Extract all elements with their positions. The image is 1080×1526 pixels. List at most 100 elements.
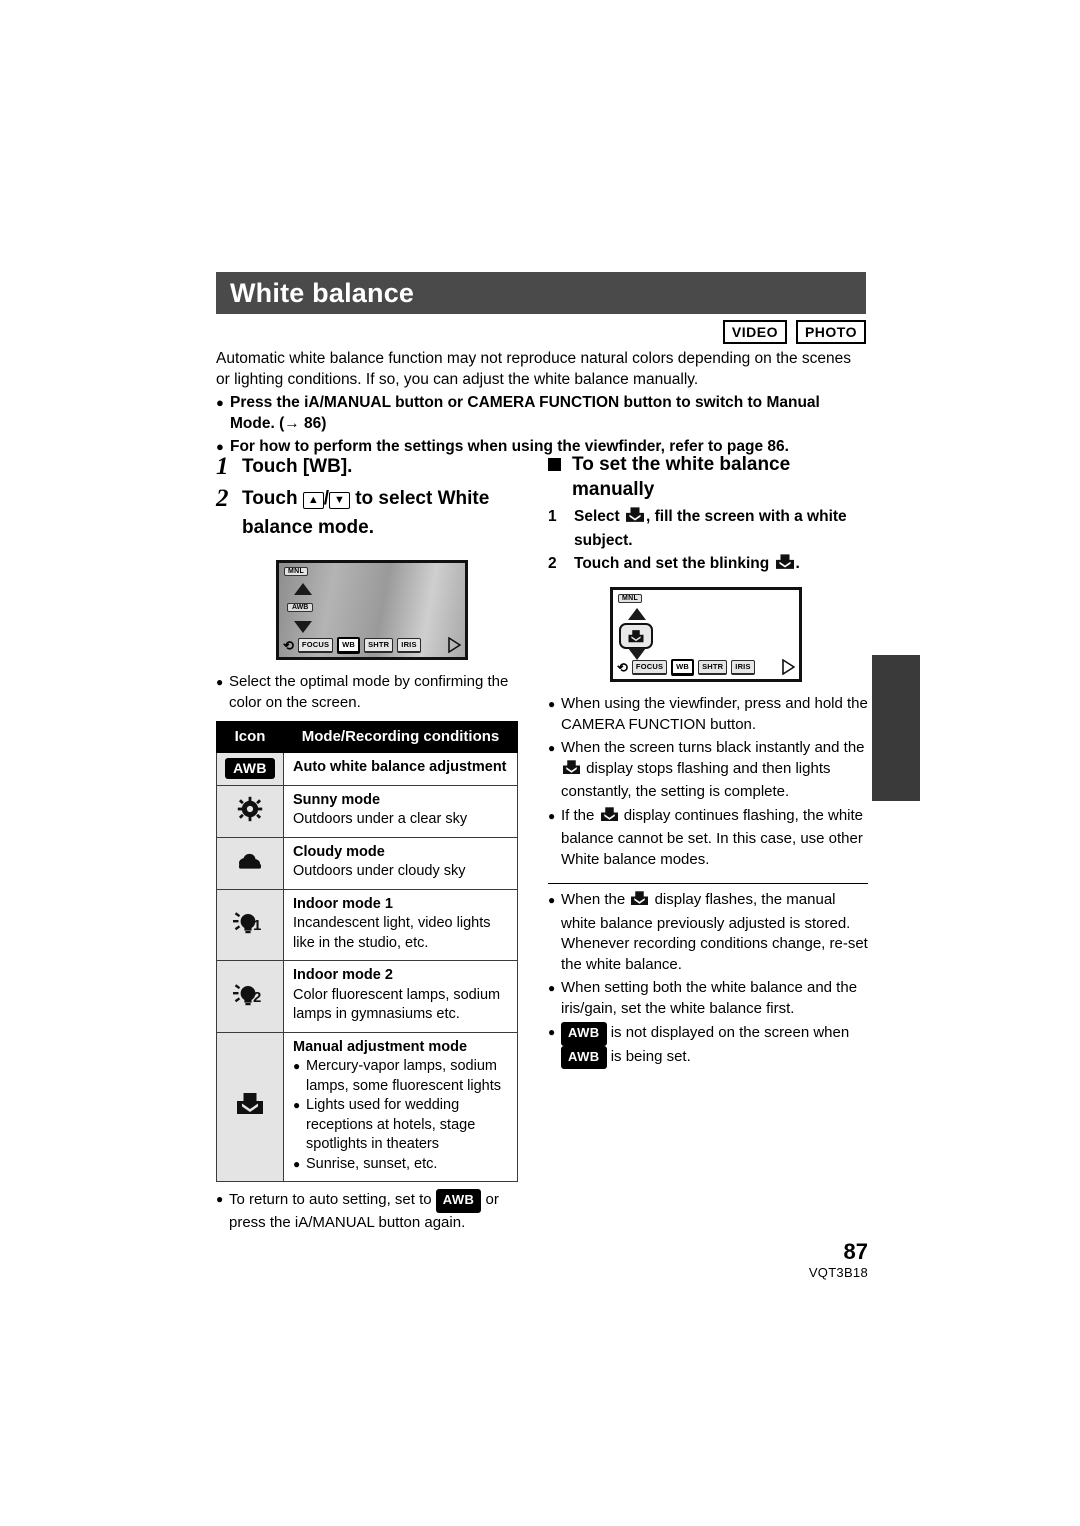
- intro-block: Automatic white balance function may not…: [216, 348, 868, 457]
- screen-button-bar: ⟲ FOCUS WB SHTR IRIS: [613, 657, 799, 677]
- screen-button-wb[interactable]: WB: [671, 658, 695, 676]
- manual-wb-icon: [629, 890, 650, 914]
- icon-cell-manual: [216, 1031, 284, 1182]
- mode-name: Indoor mode 2: [293, 967, 393, 983]
- manual-page: White balance VIDEO PHOTO Automatic whit…: [0, 0, 1080, 1526]
- square-bullet-icon: [548, 458, 561, 471]
- right-step-1-number: 1: [548, 508, 557, 525]
- right-note-3-text: If the display continues flashing, the w…: [561, 806, 868, 871]
- indoor1-icon: 1: [233, 909, 267, 940]
- intro-bullet-1-text: Press the iA/MANUAL button or CAMERA FUN…: [230, 394, 820, 432]
- right-step-2: 2 Touch and set the blinking .: [548, 553, 868, 577]
- icon-cell-awb: AWB: [216, 752, 284, 786]
- mode-name: Manual adjustment mode: [293, 1038, 468, 1055]
- white-balance-modes-table: Icon Mode/Recording conditions AWB Auto …: [216, 721, 518, 1182]
- screen-arrow-down-icon[interactable]: [293, 621, 313, 634]
- right-note-1: ● When using the viewfinder, press and h…: [548, 694, 868, 735]
- screen-arrow-up-icon[interactable]: [627, 608, 647, 621]
- awb-chip-icon: AWB: [561, 1022, 607, 1046]
- media-badges: VIDEO PHOTO: [722, 320, 866, 344]
- step-1: 1 Touch [WB].: [216, 452, 536, 481]
- back-arrow-icon[interactable]: ⟲: [283, 639, 294, 652]
- arrow-down-icon[interactable]: ▼: [329, 492, 350, 509]
- mode-cell-indoor2: Indoor mode 2 Color fluorescent lamps, s…: [283, 960, 518, 1033]
- step-2-number: 2: [216, 485, 229, 512]
- screen-button-bar: ⟲ FOCUS WB SHTR IRIS: [279, 635, 465, 655]
- step-1-text: Touch [WB].: [242, 456, 353, 477]
- camera-screen-illustration-right: MNL ⟲ FOCUS WB SHTR IRIS: [610, 587, 802, 682]
- selected-manual-wb-button[interactable]: [619, 623, 653, 649]
- right-step-1-before: Select: [574, 508, 620, 525]
- left-footer-note: ● To return to auto setting, set to AWB …: [216, 1189, 536, 1233]
- right-notes-group-2: ● When the display flashes, the manual w…: [548, 890, 868, 1069]
- page-folio: 87 VQT3B18: [700, 1240, 868, 1282]
- mode-conditions: Outdoors under a clear sky: [293, 811, 468, 827]
- indoor2-icon: 2: [233, 981, 267, 1012]
- list-item: ● Lights used for wedding receptions at h…: [293, 1096, 510, 1155]
- screen-button-shtr[interactable]: SHTR: [698, 659, 728, 675]
- right-note-4-before: When the: [561, 891, 626, 908]
- table-row: AWB Auto white balance adjustment: [216, 752, 518, 786]
- step-2: 2 Touch ▲ / ▼ to select White balance mode…: [216, 484, 536, 542]
- bullet-dot-icon: ●: [548, 981, 556, 995]
- manual-wb-icon: [624, 506, 646, 530]
- step-2-text-before: Touch: [242, 488, 298, 509]
- bullet-dot-icon: ●: [293, 1098, 301, 1112]
- right-step-2-number: 2: [548, 555, 557, 572]
- mode-conditions: Incandescent light, video lights like in…: [293, 915, 491, 951]
- mode-name: Auto white balance adjustment: [293, 759, 507, 775]
- bullet-dot-icon: ●: [293, 1156, 301, 1171]
- right-note-2: ● When the screen turns black instantly …: [548, 738, 868, 803]
- screen-button-wb[interactable]: WB: [337, 636, 361, 654]
- badge-video: VIDEO: [722, 320, 787, 344]
- right-heading-block: To set the white balance manually: [548, 452, 868, 502]
- step-1-number: 1: [216, 453, 229, 480]
- next-arrow-icon[interactable]: [782, 659, 795, 675]
- camera-screen-illustration-left: MNL AWB ⟲ FOCUS WB SHTR IRIS: [276, 560, 468, 660]
- bullet-dot-icon: ●: [548, 1025, 556, 1039]
- table-row: Sunny mode Outdoors under a clear sky: [216, 784, 518, 838]
- right-heading: To set the white balance manually: [572, 454, 791, 500]
- right-note-5-text: When setting both the white balance and …: [561, 979, 858, 1017]
- bullet-dot-icon: ●: [216, 1192, 224, 1206]
- screen-button-shtr[interactable]: SHTR: [364, 637, 394, 653]
- table-row: Cloudy mode Outdoors under cloudy sky: [216, 836, 518, 890]
- table-header-icon: Icon: [216, 721, 284, 753]
- document-code: VQT3B18: [808, 1265, 868, 1280]
- awb-chip-icon: AWB: [561, 1045, 607, 1069]
- back-arrow-icon[interactable]: ⟲: [617, 661, 628, 674]
- mode-name: Sunny mode: [293, 791, 381, 808]
- list-item: ● Mercury-vapor lamps, sodium lamps, some…: [293, 1057, 510, 1096]
- right-note-6-after: is being set.: [610, 1047, 691, 1065]
- arrow-up-icon[interactable]: ▲: [302, 492, 324, 509]
- sunny-icon: [237, 796, 263, 827]
- footer-note-before: To return to auto setting, set to: [229, 1191, 432, 1208]
- mode-cell-manual: Manual adjustment mode ● Mercury-vapor la…: [283, 1031, 518, 1182]
- right-step-2-before: Touch and set the blinking: [574, 555, 770, 572]
- bullet-dot-icon: ●: [548, 808, 556, 823]
- screen-button-focus[interactable]: FOCUS: [631, 659, 668, 675]
- right-column: To set the white balance manually 1 Sele…: [548, 452, 868, 1069]
- chapter-edge-tab: [872, 655, 920, 801]
- table-header-modes: Mode/Recording conditions: [283, 721, 518, 753]
- manual-wb-icon: [599, 806, 620, 830]
- section-divider: [548, 883, 868, 884]
- screen-button-iris[interactable]: IRIS: [397, 637, 421, 653]
- screen-arrow-up-icon[interactable]: [293, 583, 313, 596]
- right-note-2-text: When the screen turns black instantly an…: [561, 738, 868, 803]
- right-note-6-mid: is not displayed on the screen when: [610, 1024, 850, 1041]
- right-note-3: ● If the display continues flashing, the…: [548, 806, 868, 871]
- right-step-2-text: Touch and set the blinking .: [574, 553, 868, 577]
- screen-button-iris[interactable]: IRIS: [731, 659, 755, 675]
- mode-cell-awb: Auto white balance adjustment: [283, 752, 518, 786]
- manual-wb-icon: [774, 553, 796, 577]
- list-item: ● Sunrise, sunset, etc.: [293, 1155, 510, 1175]
- intro-paragraph: Automatic white balance function may not…: [216, 350, 852, 388]
- screen-button-focus[interactable]: FOCUS: [297, 637, 334, 653]
- section-title-bar: White balance: [216, 272, 866, 314]
- manual-conditions-list: ● Mercury-vapor lamps, sodium lamps, some…: [293, 1057, 510, 1174]
- bullet-dot-icon: ●: [548, 741, 556, 755]
- screen-mode-chip[interactable]: AWB: [287, 603, 314, 612]
- right-note-3-before: If the: [561, 806, 595, 824]
- next-arrow-icon[interactable]: [448, 637, 461, 653]
